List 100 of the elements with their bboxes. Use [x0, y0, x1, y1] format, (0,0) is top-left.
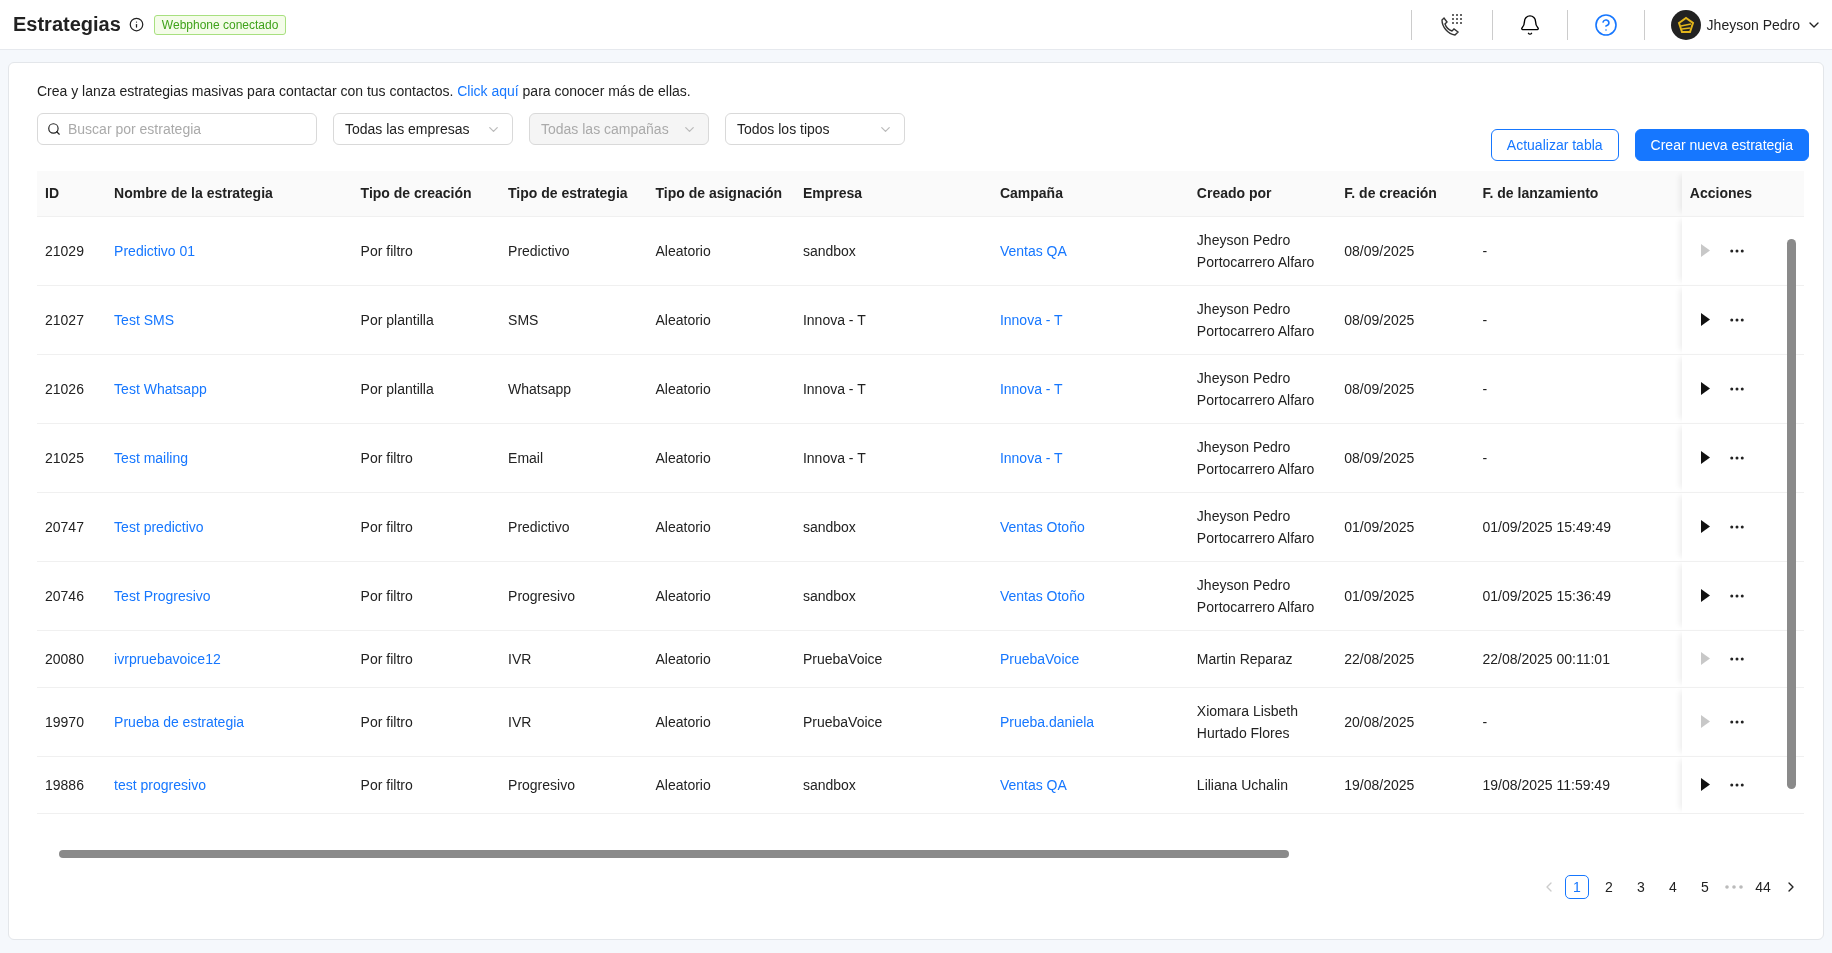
table-cell: Aleatorio [655, 449, 711, 466]
play-icon[interactable] [1699, 520, 1710, 533]
avatar-icon[interactable] [1670, 9, 1701, 40]
table-cell: - [1482, 449, 1488, 466]
campaign-link[interactable]: Prueba.daniela [999, 713, 1095, 730]
create-button[interactable]: Crear nueva estrategia [1634, 129, 1809, 161]
campaign-link[interactable]: Ventas QA [999, 242, 1067, 259]
table-cell: Por filtro [360, 242, 413, 259]
table-cell: 21029 [45, 242, 84, 259]
table-cell: Por filtro [360, 518, 413, 535]
campaign-link[interactable]: PruebaVoice [999, 650, 1080, 667]
strategy-link[interactable]: Test mailing [114, 449, 189, 466]
campaign-link[interactable]: Innova - T [999, 311, 1063, 328]
table-cell: Por filtro [360, 449, 413, 466]
column-header: ID [37, 171, 107, 216]
refresh-button[interactable]: Actualizar tabla [1490, 129, 1619, 161]
page-title: Estrategias [13, 13, 121, 36]
column-header: Nombre de la estrategia [106, 171, 353, 216]
table-cell: sandbox [802, 587, 856, 604]
page-button[interactable]: 1 [1565, 875, 1589, 899]
search-field[interactable]: Buscar por estrategia [37, 113, 317, 145]
table-cell: Aleatorio [655, 518, 711, 535]
column-header: Tipo de asignación [647, 171, 795, 216]
campaign-link[interactable]: Ventas Otoño [999, 518, 1085, 535]
table-cell: 08/09/2025 [1344, 449, 1415, 466]
strategy-link[interactable]: Test Whatsapp [114, 380, 207, 397]
search-icon [47, 122, 61, 136]
campaign-link[interactable]: Ventas QA [999, 776, 1067, 793]
table-cell: Aleatorio [655, 242, 711, 259]
strategy-link[interactable]: Predictivo 01 [114, 242, 196, 259]
table-cell: 20/08/2025 [1344, 713, 1415, 730]
table-cell: Email [508, 449, 544, 466]
table-cell: 19/08/2025 11:59:49 [1482, 776, 1610, 793]
table-cell: PruebaVoice [802, 713, 883, 730]
table-cell: - [1482, 713, 1488, 730]
status-badge: Webphone conectado [153, 14, 287, 35]
table-cell: Martin Reparaz [1196, 650, 1293, 667]
table-cell: 22/08/2025 00:11:01 [1482, 650, 1610, 667]
table-cell: sandbox [802, 518, 856, 535]
table-cell: Jheyson Pedro Portocarrero Alfaro [1196, 438, 1315, 477]
table-cell: Aleatorio [655, 587, 711, 604]
table-cell: Aleatorio [655, 380, 711, 397]
table-cell: 21025 [45, 449, 84, 466]
table-cell: Progresivo [508, 776, 575, 793]
campaign-link[interactable]: Innova - T [999, 449, 1063, 466]
table-cell: SMS [508, 311, 539, 328]
table-cell: Predictivo [508, 242, 570, 259]
bell-icon[interactable] [1518, 13, 1541, 36]
table-cell: sandbox [802, 242, 856, 259]
strategy-link[interactable]: test progresivo [114, 776, 206, 793]
table-cell: Por filtro [360, 776, 413, 793]
table-cell: Aleatorio [655, 311, 711, 328]
table-cell: 21026 [45, 380, 84, 397]
table-cell: 19970 [45, 713, 84, 730]
play-icon[interactable] [1699, 589, 1710, 602]
table-cell: Aleatorio [655, 650, 711, 667]
campaign-link[interactable]: Ventas Otoño [999, 587, 1085, 604]
table-cell: Xiomara Lisbeth Hurtado Flores [1196, 702, 1299, 741]
table-cell: PruebaVoice [802, 650, 883, 667]
table-cell: Jheyson Pedro Portocarrero Alfaro [1196, 300, 1315, 339]
table-cell: 08/09/2025 [1344, 380, 1415, 397]
strategy-link[interactable]: Test Progresivo [114, 587, 211, 604]
strategy-link[interactable]: Test predictivo [114, 518, 204, 535]
table-cell: 01/09/2025 15:36:49 [1482, 587, 1611, 604]
table-cell: - [1482, 311, 1488, 328]
campaign-link[interactable]: Innova - T [999, 380, 1063, 397]
column-header: Campaña [991, 171, 1189, 216]
table-cell: Whatsapp [508, 380, 572, 397]
info-icon[interactable] [128, 17, 144, 32]
help-icon[interactable] [1593, 12, 1618, 37]
column-header: Creado por [1188, 171, 1337, 216]
play-icon[interactable] [1699, 451, 1710, 464]
strategy-link[interactable]: Test SMS [114, 311, 174, 328]
play-icon[interactable] [1699, 778, 1710, 791]
table-cell: Aleatorio [655, 713, 711, 730]
table-cell: Progresivo [508, 587, 575, 604]
play-icon[interactable] [1699, 382, 1710, 395]
table-cell: 08/09/2025 [1344, 242, 1415, 259]
help-link[interactable]: Click aquí [457, 83, 519, 99]
strategy-link[interactable]: ivrpruebavoice12 [114, 650, 221, 667]
table-cell: 08/09/2025 [1344, 311, 1415, 328]
table-cell: 19886 [45, 776, 84, 793]
table-cell: Por filtro [360, 587, 413, 604]
play-icon[interactable] [1699, 313, 1710, 326]
filter-select[interactable]: Todos los tipos [725, 113, 905, 145]
table-cell: Innova - T [802, 449, 866, 466]
user-menu[interactable]: Jheyson Pedro [1670, 9, 1822, 40]
filter-select[interactable]: Todas las empresas [333, 113, 513, 145]
table-cell: Por plantilla [360, 311, 434, 328]
column-header: F. de lanzamiento [1474, 171, 1682, 216]
table-cell: 01/09/2025 [1344, 587, 1415, 604]
table-cell: 22/08/2025 [1344, 650, 1415, 667]
table-cell: Jheyson Pedro Portocarrero Alfaro [1196, 369, 1315, 408]
table-cell: Innova - T [802, 311, 866, 328]
column-header: Empresa [794, 171, 992, 216]
table-cell: Jheyson Pedro Portocarrero Alfaro [1196, 576, 1315, 615]
strategy-link[interactable]: Prueba de estrategia [114, 713, 245, 730]
table-cell: Liliana Uchalin [1196, 776, 1288, 793]
table-cell: Innova - T [802, 380, 866, 397]
table-cell: IVR [508, 650, 532, 667]
